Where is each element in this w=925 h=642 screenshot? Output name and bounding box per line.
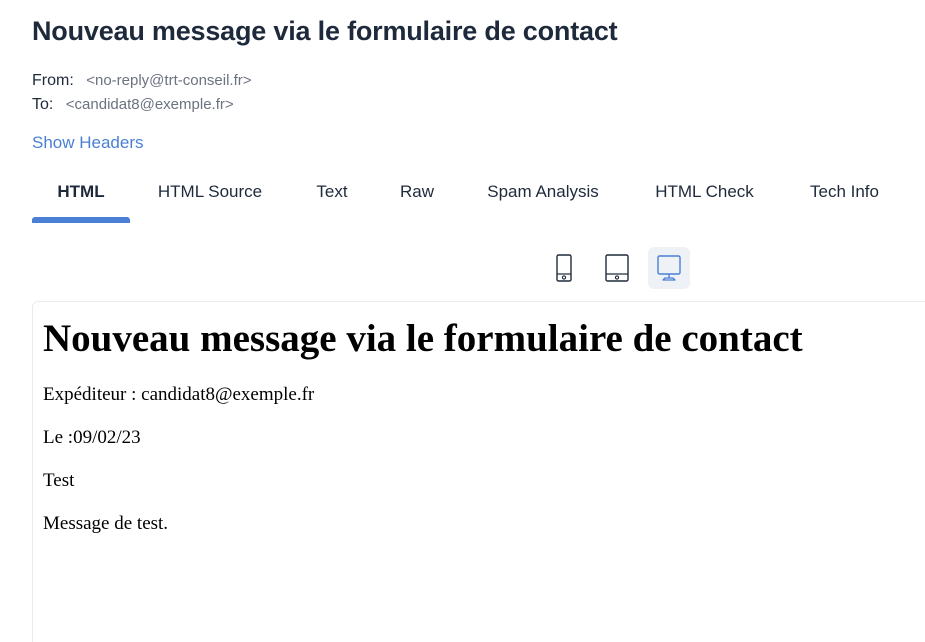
- preview-heading: Nouveau message via le formulaire de con…: [43, 317, 803, 360]
- desktop-icon: [657, 255, 681, 281]
- tab-html-check[interactable]: HTML Check: [642, 168, 767, 219]
- tablet-view-button[interactable]: [596, 247, 638, 289]
- preview-body-line: Message de test.: [43, 512, 169, 534]
- tab-tech-info[interactable]: Tech Info: [797, 168, 892, 219]
- preview-subject-line: Test: [43, 469, 75, 491]
- tab-text[interactable]: Text: [302, 168, 362, 219]
- from-label: From:: [32, 72, 74, 89]
- active-tab-indicator: [32, 217, 130, 223]
- from-row: From: <no-reply@trt-conseil.fr>: [32, 72, 252, 90]
- from-address: <no-reply@trt-conseil.fr>: [86, 72, 252, 89]
- email-subject: Nouveau message via le formulaire de con…: [32, 16, 618, 46]
- tab-spam-analysis[interactable]: Spam Analysis: [472, 168, 614, 219]
- preview-date-line: Le :09/02/23: [43, 426, 141, 448]
- view-tabs: HTML HTML Source Text Raw Spam Analysis …: [32, 168, 925, 223]
- desktop-view-button[interactable]: [648, 247, 690, 289]
- show-headers-link[interactable]: Show Headers: [32, 133, 144, 153]
- to-address: <candidat8@exemple.fr>: [65, 96, 234, 113]
- to-label: To:: [32, 96, 54, 113]
- tab-html[interactable]: HTML: [32, 168, 130, 219]
- email-viewer: Nouveau message via le formulaire de con…: [0, 0, 925, 642]
- to-row: To: <candidat8@exemple.fr>: [32, 96, 234, 114]
- mobile-view-button[interactable]: [543, 247, 585, 289]
- html-preview-pane: Nouveau message via le formulaire de con…: [32, 301, 925, 642]
- preview-sender-line: Expéditeur : candidat8@exemple.fr: [43, 383, 315, 405]
- html-preview-content: Nouveau message via le formulaire de con…: [33, 302, 925, 567]
- mobile-icon: [556, 254, 572, 282]
- tab-raw[interactable]: Raw: [387, 168, 447, 219]
- tablet-icon: [605, 254, 629, 282]
- tab-html-source[interactable]: HTML Source: [144, 168, 276, 219]
